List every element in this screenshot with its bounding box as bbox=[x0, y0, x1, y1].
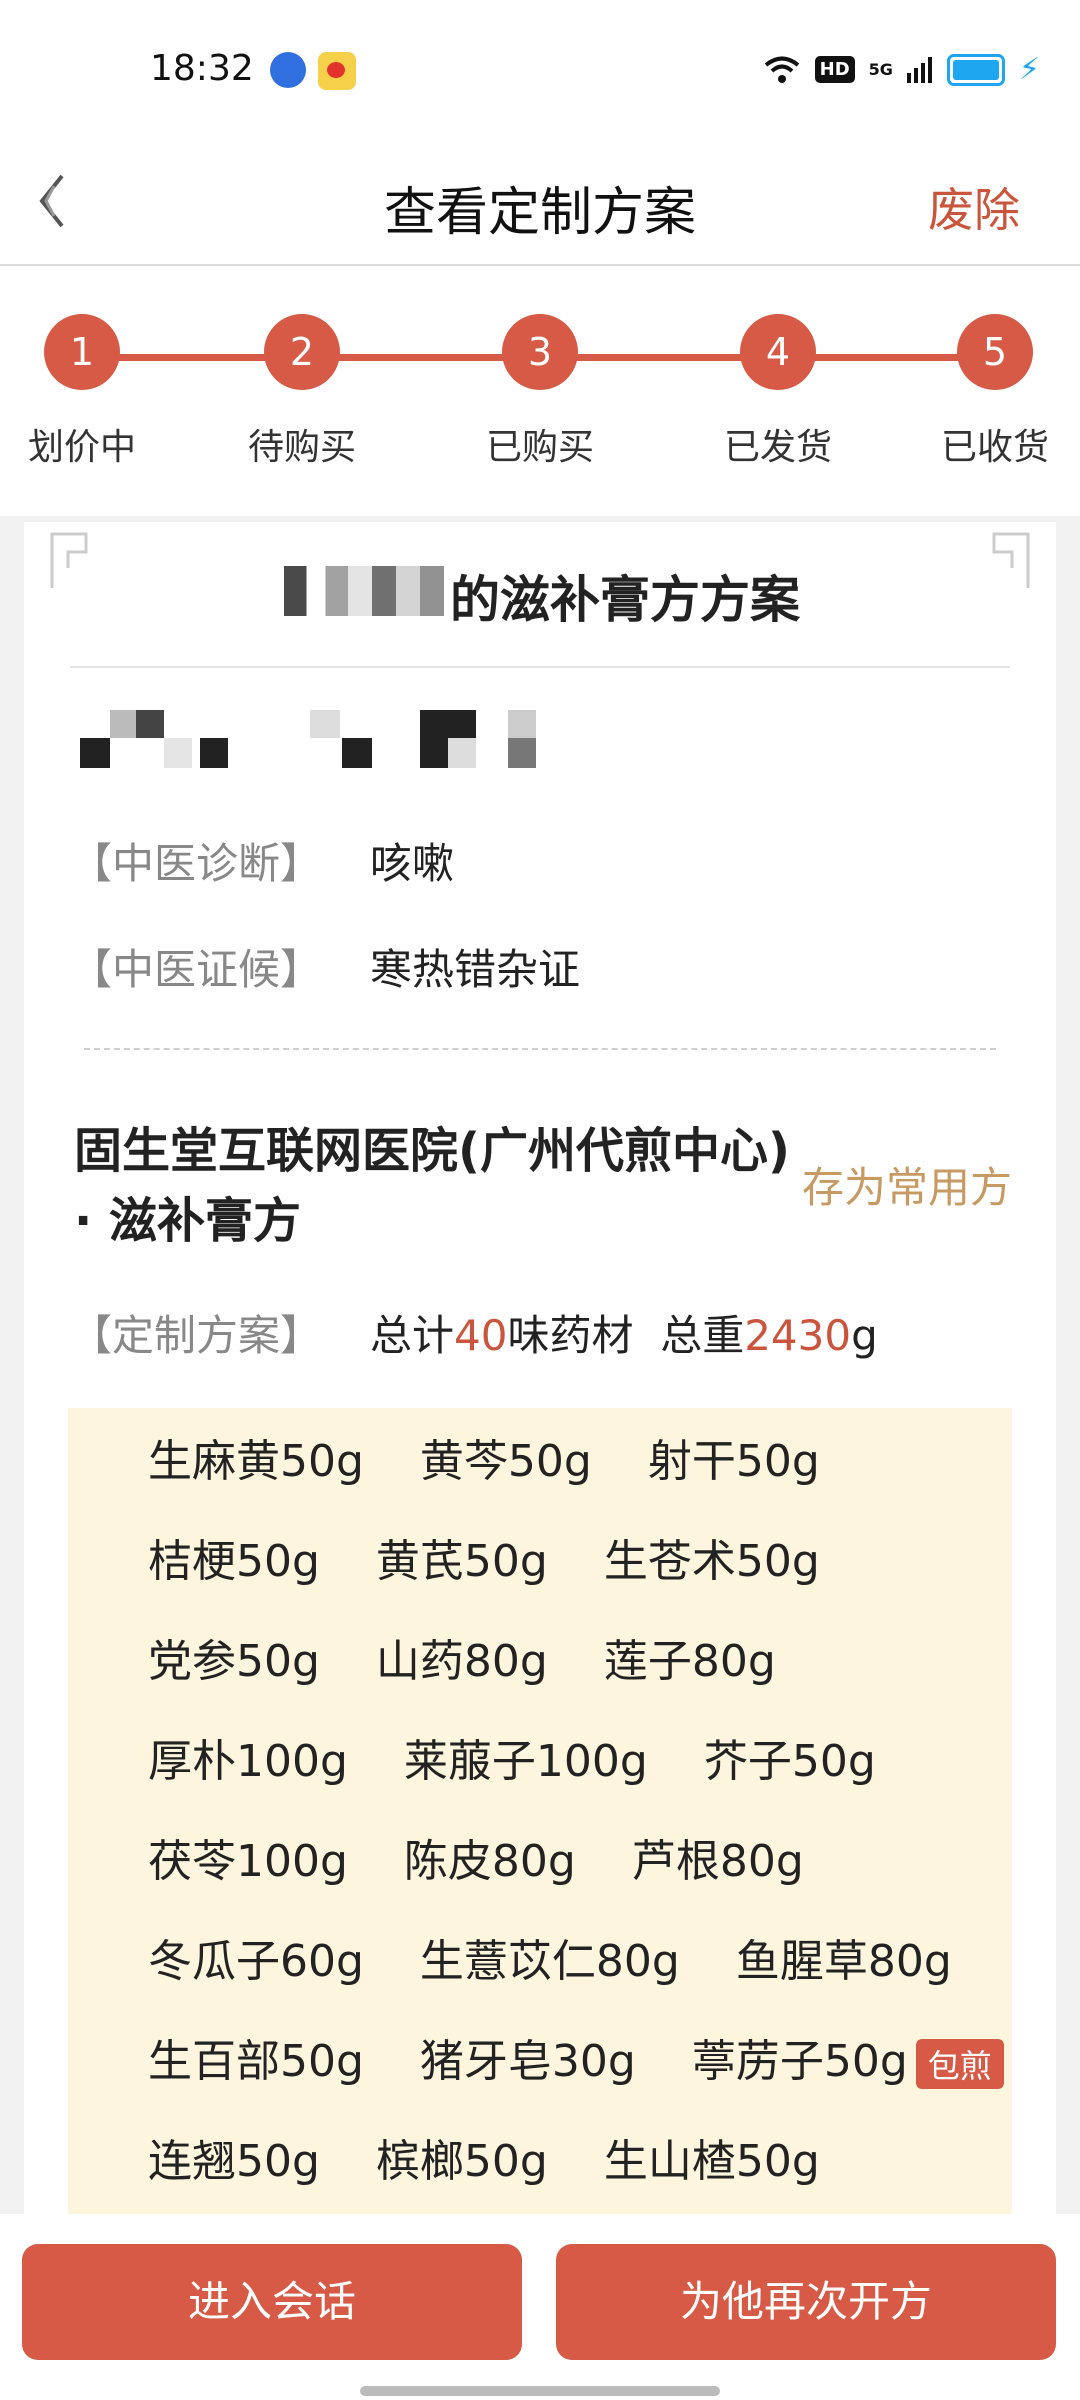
herb-item: 茯苓100g bbox=[148, 1836, 348, 1887]
step-4: 4 已发货 bbox=[708, 314, 848, 470]
step-5: 5 已收货 bbox=[925, 314, 1065, 470]
herb-item: 生苍术50g bbox=[603, 1536, 820, 1587]
status-time: 18:32 bbox=[150, 48, 254, 89]
abolish-button[interactable]: 废除 bbox=[928, 174, 1020, 240]
herb-item: 陈皮80g bbox=[403, 1836, 576, 1887]
dashed-divider bbox=[84, 1048, 996, 1050]
diagnosis-label: 【中医诊断】 bbox=[70, 839, 323, 888]
herb-item: 射干50g bbox=[647, 1436, 820, 1487]
herb-row: 冬瓜子60g 生薏苡仁80g 鱼腥草80g bbox=[148, 1922, 952, 1992]
herb-item: 桔梗50g bbox=[148, 1536, 320, 1587]
app-header: 查看定制方案 废除 bbox=[0, 140, 1080, 266]
herb-item: 葶苈子50g bbox=[691, 2036, 908, 2087]
herb-item: 冬瓜子60g bbox=[148, 1936, 364, 1987]
herb-row: 连翘50g 槟榔50g 生山楂50g bbox=[148, 2122, 820, 2192]
herb-item: 鱼腥草80g bbox=[735, 1936, 952, 1987]
save-as-common-button[interactable]: 存为常用方 bbox=[802, 1154, 1012, 1215]
wifi-icon bbox=[764, 56, 799, 83]
hospital-name: 固生堂互联网医院(广州代煎中心) · 滋补膏方 bbox=[74, 1123, 790, 1249]
herb-item: 黄芪50g bbox=[375, 1536, 548, 1587]
plan-stats: 总计40味药材 总重2430g bbox=[370, 1302, 878, 1363]
patient-info-blurred bbox=[80, 710, 540, 768]
step-1: 1 划价中 bbox=[12, 314, 152, 470]
plan-summary: 【定制方案】 总计40味药材 总重2430g bbox=[70, 1302, 878, 1363]
herb-item: 党参50g bbox=[148, 1636, 320, 1687]
step-label: 待购买 bbox=[247, 427, 356, 468]
plan-label: 【定制方案】 bbox=[70, 1311, 323, 1360]
total-prefix: 总计 bbox=[370, 1311, 455, 1360]
herb-row: 茯苓100g 陈皮80g 芦根80g bbox=[148, 1822, 804, 1892]
weibo-app-icon bbox=[318, 52, 356, 90]
herb-item: 芦根80g bbox=[631, 1836, 804, 1887]
wrap-decoct-badge: 包煎 bbox=[915, 2039, 1004, 2089]
herb-item: 生山楂50g bbox=[603, 2136, 820, 2187]
herb-row: 生麻黄50g 黄芩50g 射干50g bbox=[148, 1422, 820, 1492]
weight-unit: g bbox=[851, 1311, 878, 1360]
bottom-action-bar: 进入会话 为他再次开方 bbox=[0, 2214, 1080, 2400]
step-number: 4 bbox=[740, 314, 816, 390]
weight-prefix: 总重 bbox=[660, 1311, 745, 1360]
total-weight: 2430 bbox=[744, 1311, 852, 1360]
step-number: 3 bbox=[502, 314, 578, 390]
battery-icon bbox=[946, 53, 1005, 86]
signal-icon bbox=[906, 56, 932, 83]
herb-row: 桔梗50g 黄芪50g 生苍术50g bbox=[148, 1522, 820, 1592]
herb-item: 芥子50g bbox=[703, 1736, 876, 1787]
herb-item: 连翘50g bbox=[148, 2136, 320, 2187]
plan-card: 的滋补膏方方案 【中医诊断】 咳嗽 【中医证候】 寒热错杂证 固生堂互联网医院(… bbox=[24, 522, 1056, 2222]
count-suffix: 味药材 bbox=[507, 1311, 634, 1360]
order-progress: 1 划价中 2 待购买 3 已购买 4 已发货 5 已收货 bbox=[0, 266, 1080, 516]
step-label: 已收货 bbox=[940, 427, 1049, 468]
herb-item: 山药80g bbox=[375, 1636, 548, 1687]
baidu-app-icon bbox=[270, 52, 306, 88]
syndrome-row: 【中医证候】 寒热错杂证 bbox=[70, 936, 580, 997]
diagnosis-row: 【中医诊断】 咳嗽 bbox=[70, 830, 454, 891]
step-number: 2 bbox=[264, 314, 340, 390]
status-bar: 18:32 HD 5G ⚡ bbox=[0, 0, 1080, 140]
herb-item: 槟榔50g bbox=[375, 2136, 548, 2187]
step-2: 2 待购买 bbox=[232, 314, 372, 470]
herb-item: 莱菔子100g bbox=[403, 1736, 648, 1787]
herb-item-with-badge: 葶苈子50g 包煎 bbox=[692, 2025, 1004, 2089]
step-label: 划价中 bbox=[27, 427, 136, 468]
syndrome-value: 寒热错杂证 bbox=[370, 945, 581, 994]
herb-item: 生百部50g bbox=[148, 2036, 364, 2087]
herb-item: 厚朴100g bbox=[148, 1736, 348, 1787]
charging-icon: ⚡ bbox=[1018, 52, 1040, 87]
herb-list: 生麻黄50g 黄芩50g 射干50g 桔梗50g 黄芪50g 生苍术50g 党参… bbox=[68, 1408, 1012, 2222]
herb-row: 厚朴100g 莱菔子100g 芥子50g bbox=[148, 1722, 876, 1792]
enter-chat-button[interactable]: 进入会话 bbox=[22, 2244, 522, 2360]
hd-icon: HD bbox=[814, 56, 855, 83]
divider bbox=[70, 666, 1010, 668]
syndrome-label: 【中医证候】 bbox=[70, 945, 323, 994]
herb-item: 猪牙皂30g bbox=[419, 2036, 636, 2087]
diagnosis-value: 咳嗽 bbox=[370, 839, 455, 888]
herb-item: 生薏苡仁80g bbox=[419, 1936, 680, 1987]
step-number: 5 bbox=[957, 314, 1033, 390]
home-indicator[interactable] bbox=[360, 2386, 720, 2396]
page-title: 查看定制方案 bbox=[383, 183, 696, 243]
herb-item: 黄芩50g bbox=[419, 1436, 592, 1487]
step-label: 已发货 bbox=[723, 427, 832, 468]
herb-row: 党参50g 山药80g 莲子80g bbox=[148, 1622, 776, 1692]
plan-title: 的滋补膏方方案 bbox=[450, 571, 800, 629]
step-3: 3 已购买 bbox=[470, 314, 610, 470]
herb-count: 40 bbox=[454, 1311, 508, 1360]
step-label: 已购买 bbox=[485, 427, 594, 468]
step-number: 1 bbox=[44, 314, 120, 390]
herb-item: 莲子80g bbox=[603, 1636, 776, 1687]
prescribe-again-button[interactable]: 为他再次开方 bbox=[556, 2244, 1056, 2360]
network-5g-icon: 5G bbox=[868, 60, 893, 79]
herb-row: 生百部50g 猪牙皂30g 葶苈子50g 包煎 bbox=[148, 2022, 1004, 2092]
herb-item: 生麻黄50g bbox=[148, 1436, 364, 1487]
